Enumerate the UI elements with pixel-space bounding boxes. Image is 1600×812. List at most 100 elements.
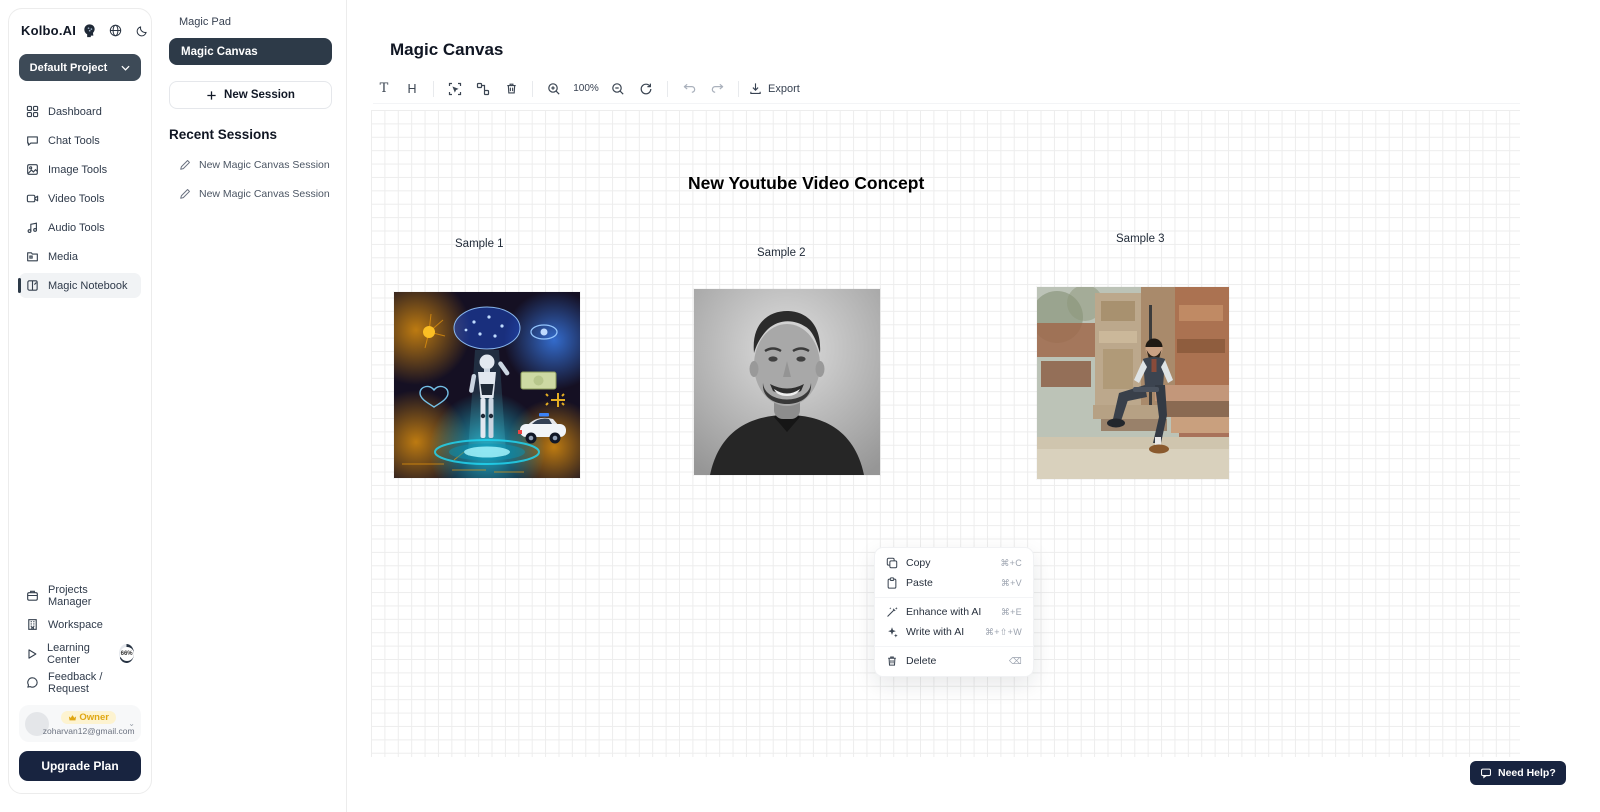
context-menu-divider xyxy=(875,597,1033,598)
zoom-in-icon xyxy=(547,82,561,96)
brain-head-icon xyxy=(82,23,97,38)
nav-magic-pad[interactable]: Magic Pad xyxy=(169,14,332,38)
chat-icon xyxy=(26,134,39,147)
connector-nodes-icon xyxy=(476,82,490,96)
toolbar-divider xyxy=(433,81,434,97)
sparkles-icon xyxy=(886,626,898,638)
need-help-button[interactable]: Need Help? xyxy=(1470,761,1566,785)
notebook-icon xyxy=(26,279,39,292)
recent-session-item[interactable]: New Magic Canvas Session xyxy=(169,159,332,171)
sample-2-label[interactable]: Sample 2 xyxy=(757,247,806,259)
chevron-down-icon xyxy=(121,65,130,71)
sidebar-item-audio-tools[interactable]: Audio Tools xyxy=(19,215,141,240)
export-button[interactable]: Export xyxy=(749,82,800,95)
bw-portrait-illustration xyxy=(694,289,880,475)
select-area-button[interactable] xyxy=(444,79,466,99)
new-session-button[interactable]: New Session xyxy=(169,81,332,109)
feedback-bubble-icon xyxy=(26,676,39,689)
recent-sessions-heading: Recent Sessions xyxy=(169,127,332,142)
sidebar-item-workspace[interactable]: Workspace xyxy=(19,612,141,637)
brand-logo: Kolbo.AI xyxy=(21,23,76,38)
user-email: zoharvan12@gmail.com xyxy=(43,726,135,736)
reset-rotate-icon xyxy=(639,82,653,96)
user-chevron-icon: ⌄ xyxy=(128,719,135,728)
heading-tool-button[interactable]: H xyxy=(401,79,423,99)
wand-icon xyxy=(886,606,898,618)
nav-magic-canvas[interactable]: Magic Canvas xyxy=(169,38,332,65)
ruins-portrait-illustration xyxy=(1037,287,1229,479)
context-menu-enhance-ai[interactable]: Enhance with AI ⌘+E xyxy=(875,602,1033,622)
trash-icon xyxy=(886,655,898,667)
app-window: Kolbo.AI Default Project Dashboard xyxy=(0,0,1600,812)
select-area-icon xyxy=(448,82,462,96)
help-chat-icon xyxy=(1480,767,1492,779)
toolbar-divider xyxy=(532,81,533,97)
plus-icon xyxy=(206,90,217,101)
building-icon xyxy=(26,618,39,631)
sidebar-footer-nav: Projects Manager Workspace Learning Cent… xyxy=(19,583,141,695)
play-icon xyxy=(26,648,38,660)
zoom-in-button[interactable] xyxy=(543,79,565,99)
project-selector[interactable]: Default Project xyxy=(19,54,141,81)
sidebar-item-dashboard[interactable]: Dashboard xyxy=(19,99,141,124)
canvas-heading[interactable]: New Youtube Video Concept xyxy=(688,173,924,194)
recent-session-item[interactable]: New Magic Canvas Session xyxy=(169,188,332,200)
reset-view-button[interactable] xyxy=(635,79,657,99)
context-menu-divider xyxy=(875,646,1033,647)
context-menu-write-ai[interactable]: Write with AI ⌘+⇧+W xyxy=(875,622,1033,642)
context-menu: Copy ⌘+C Paste ⌘+V Enhance with AI ⌘+E W… xyxy=(874,547,1034,677)
logo-row: Kolbo.AI xyxy=(19,23,141,38)
video-icon xyxy=(26,192,39,205)
owner-badge: Owner xyxy=(61,711,116,724)
pencil-icon xyxy=(179,159,191,171)
context-menu-delete[interactable]: Delete ⌫ xyxy=(875,651,1033,671)
download-icon xyxy=(749,82,762,95)
delete-tool-button[interactable] xyxy=(500,79,522,99)
sidebar-item-learning-center[interactable]: Learning Center 66% xyxy=(19,641,141,666)
undo-icon xyxy=(682,83,697,95)
redo-icon xyxy=(710,83,725,95)
sidebar-item-chat-tools[interactable]: Chat Tools xyxy=(19,128,141,153)
zoom-out-icon xyxy=(611,82,625,96)
language-globe-icon[interactable] xyxy=(109,24,122,37)
sidebar-item-image-tools[interactable]: Image Tools xyxy=(19,157,141,182)
sidebar-item-media[interactable]: Media xyxy=(19,244,141,269)
sessions-panel: Magic Pad Magic Canvas New Session Recen… xyxy=(155,0,347,812)
zoom-out-button[interactable] xyxy=(607,79,629,99)
briefcase-icon xyxy=(26,589,39,602)
toolbar-divider xyxy=(738,81,739,97)
magic-canvas-grid[interactable]: New Youtube Video Concept Sample 1 Sampl… xyxy=(371,110,1520,757)
sidebar-item-video-tools[interactable]: Video Tools xyxy=(19,186,141,211)
upgrade-plan-button[interactable]: Upgrade Plan xyxy=(19,751,141,781)
sample-1-label[interactable]: Sample 1 xyxy=(455,238,504,250)
connector-tool-button[interactable] xyxy=(472,79,494,99)
sidebar-item-feedback[interactable]: Feedback / Request xyxy=(19,670,141,695)
user-account-card[interactable]: Owner zoharvan12@gmail.com ⌄ xyxy=(19,705,141,742)
sidebar-spacer xyxy=(19,298,141,583)
sample-3-image[interactable] xyxy=(1037,287,1229,479)
dark-mode-moon-icon[interactable] xyxy=(136,25,148,37)
sample-1-image[interactable] xyxy=(394,292,580,478)
project-selector-label: Default Project xyxy=(30,62,108,74)
pencil-icon xyxy=(179,188,191,200)
sample-2-image[interactable] xyxy=(694,289,880,475)
context-menu-copy[interactable]: Copy ⌘+C xyxy=(875,553,1033,573)
sample-3-label[interactable]: Sample 3 xyxy=(1116,233,1165,245)
copy-icon xyxy=(886,557,898,569)
primary-sidebar: Kolbo.AI Default Project Dashboard xyxy=(8,8,152,794)
trash-icon xyxy=(505,82,518,95)
media-folder-icon xyxy=(26,250,39,263)
sidebar-item-projects-manager[interactable]: Projects Manager xyxy=(19,583,141,608)
dashboard-icon xyxy=(26,105,39,118)
paste-icon xyxy=(886,577,898,589)
context-menu-paste[interactable]: Paste ⌘+V xyxy=(875,573,1033,593)
undo-button[interactable] xyxy=(678,79,700,99)
image-icon xyxy=(26,163,39,176)
ai-robot-illustration xyxy=(394,292,580,478)
zoom-level: 100% xyxy=(571,83,601,94)
page-title: Magic Canvas xyxy=(390,40,503,60)
sidebar-item-magic-notebook[interactable]: Magic Notebook xyxy=(19,273,141,298)
learning-progress-ring: 66% xyxy=(119,644,134,663)
redo-button[interactable] xyxy=(706,79,728,99)
text-tool-button[interactable]: T xyxy=(373,79,395,99)
